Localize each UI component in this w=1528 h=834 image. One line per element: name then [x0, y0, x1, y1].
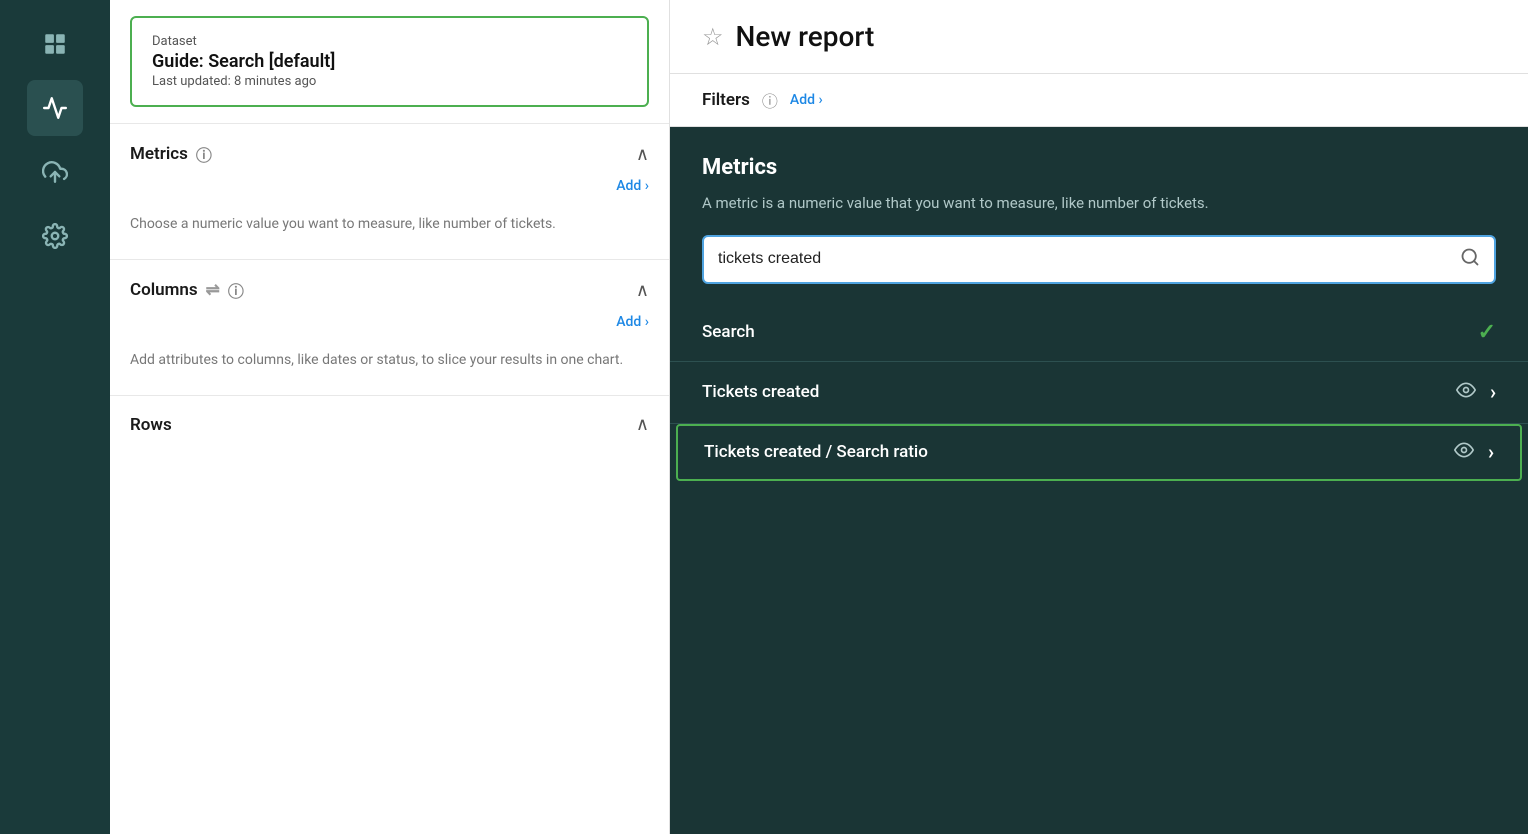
columns-collapse-button[interactable]: ∧ [636, 280, 649, 301]
columns-section-header: Columns ⇌ ⓘ ∧ [110, 260, 669, 314]
search-box-container [670, 235, 1528, 304]
report-title: New report [736, 20, 875, 53]
result-tickets-search-ratio-icons: › [1454, 440, 1494, 465]
report-header: ☆ New report [670, 0, 1528, 74]
filters-bar: Filters ⓘ Add › [670, 74, 1528, 127]
filters-label: Filters [702, 90, 750, 110]
grid-icon[interactable] [27, 16, 83, 72]
dropdown-metrics-desc: A metric is a numeric value that you wan… [702, 192, 1496, 215]
metrics-description: Choose a numeric value you want to measu… [110, 206, 669, 259]
favorite-star-icon[interactable]: ☆ [702, 23, 724, 51]
dropdown-panel: Metrics A metric is a numeric value that… [670, 127, 1528, 834]
upload-icon[interactable] [27, 144, 83, 200]
search-box [702, 235, 1496, 284]
search-category-label: Search [702, 322, 755, 342]
eye-icon-tickets-search-ratio[interactable] [1454, 440, 1474, 465]
metrics-section-header: Metrics ⓘ ∧ [110, 124, 669, 178]
rows-collapse-button[interactable]: ∧ [636, 414, 649, 435]
metrics-info-icon[interactable]: ⓘ [196, 142, 212, 166]
metrics-section: Metrics ⓘ ∧ Add › Choose a numeric value… [110, 123, 669, 259]
eye-icon-tickets-created[interactable] [1456, 380, 1476, 405]
left-panel: Dataset Guide: Search [default] Last upd… [110, 0, 670, 834]
gear-icon[interactable] [27, 208, 83, 264]
result-tickets-created-icons: › [1456, 380, 1496, 405]
search-category-chevron: ✓ [1478, 320, 1496, 345]
columns-section-title: Columns ⇌ ⓘ [130, 278, 244, 302]
dataset-header[interactable]: Dataset Guide: Search [default] Last upd… [130, 16, 649, 107]
right-panel: ☆ New report Filters ⓘ Add › Metrics A m… [670, 0, 1528, 834]
result-tickets-created[interactable]: Tickets created › [670, 362, 1528, 424]
search-icon [1460, 247, 1480, 272]
result-tickets-created-label: Tickets created [702, 382, 819, 402]
result-tickets-search-ratio[interactable]: Tickets created / Search ratio › [676, 424, 1522, 481]
arrow-icon-tickets-created: › [1490, 380, 1496, 404]
columns-section: Columns ⇌ ⓘ ∧ Add › Add attributes to co… [110, 259, 669, 395]
sidebar [0, 0, 110, 834]
rows-section: Rows ∧ [110, 395, 669, 447]
metrics-search-input[interactable] [718, 250, 1450, 268]
rows-title-text: Rows [130, 415, 172, 435]
rows-section-header: Rows ∧ [110, 396, 669, 447]
columns-add-button[interactable]: Add › [110, 314, 669, 342]
chart-icon[interactable] [27, 80, 83, 136]
metrics-collapse-button[interactable]: ∧ [636, 144, 649, 165]
filters-add-button[interactable]: Add › [790, 92, 823, 108]
rows-section-title: Rows [130, 415, 172, 435]
result-tickets-search-ratio-label: Tickets created / Search ratio [704, 442, 928, 462]
metrics-title-text: Metrics [130, 144, 188, 164]
search-category-row[interactable]: Search ✓ [670, 304, 1528, 362]
dropdown-metrics-title: Metrics [702, 155, 1496, 180]
columns-title-text: Columns [130, 280, 198, 300]
columns-sort-icon: ⇌ [206, 280, 220, 300]
dataset-name: Guide: Search [default] [152, 51, 627, 72]
arrow-icon-tickets-search-ratio: › [1488, 440, 1494, 464]
columns-description: Add attributes to columns, like dates or… [110, 342, 669, 395]
metrics-tooltip: Metrics A metric is a numeric value that… [670, 127, 1528, 235]
columns-info-icon[interactable]: ⓘ [228, 278, 244, 302]
metrics-section-title: Metrics ⓘ [130, 142, 212, 166]
metrics-add-button[interactable]: Add › [110, 178, 669, 206]
dataset-updated: Last updated: 8 minutes ago [152, 74, 627, 89]
filters-info-icon: ⓘ [762, 88, 778, 112]
dataset-label: Dataset [152, 34, 627, 49]
